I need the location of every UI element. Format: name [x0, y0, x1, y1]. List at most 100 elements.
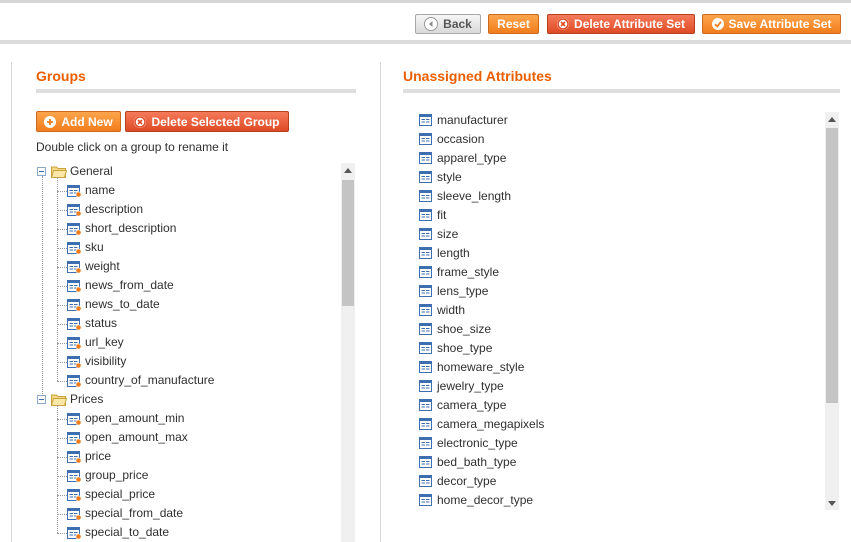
scroll-down-arrow-icon[interactable]: [825, 497, 838, 509]
groups-scroll-thumb[interactable]: [342, 180, 354, 306]
group-attribute-item[interactable]: news_to_date: [67, 295, 160, 314]
unassigned-title-rule: [403, 89, 840, 93]
plus-circle-icon: [44, 115, 57, 128]
group-attribute-item[interactable]: open_amount_max: [67, 428, 188, 447]
group-attribute-item[interactable]: special_from_date: [67, 504, 183, 523]
attribute-icon: [419, 265, 434, 279]
unassigned-attribute-item[interactable]: width: [419, 300, 465, 319]
folder-icon: [51, 393, 67, 406]
unassigned-attribute-item[interactable]: frame_style: [419, 262, 499, 281]
unassigned-attribute-item[interactable]: shoe_type: [419, 338, 492, 357]
unassigned-title: Unassigned Attributes: [403, 68, 552, 84]
scroll-up-arrow-icon[interactable]: [825, 113, 838, 125]
unassigned-attribute-item[interactable]: sleeve_length: [419, 186, 511, 205]
page-toolbar: Back Reset Delete Attribute Set Save Att…: [0, 3, 851, 41]
tree-connector: [57, 362, 67, 363]
unassigned-attribute-item[interactable]: fit: [419, 205, 446, 224]
delete-attribute-set-label: Delete Attribute Set: [574, 17, 685, 31]
attribute-label: status: [85, 316, 118, 330]
attribute-icon: [419, 455, 434, 469]
group-attribute-item[interactable]: special_price: [67, 485, 155, 504]
group-attribute-item[interactable]: special_to_date: [67, 523, 169, 542]
unassigned-scroll-thumb[interactable]: [826, 128, 838, 403]
attribute-label: name: [85, 183, 116, 197]
attribute-label: special_price: [85, 487, 156, 501]
unassigned-attribute-item[interactable]: shoe_size: [419, 319, 491, 338]
unassigned-attribute-item[interactable]: camera_megapixels: [419, 414, 544, 433]
unassigned-attribute-item[interactable]: home_decor_type: [419, 490, 533, 509]
tree-connector: [57, 495, 67, 496]
attribute-icon: [67, 526, 82, 540]
group-attribute-item[interactable]: open_amount_min: [67, 409, 184, 428]
group-attribute-item[interactable]: name: [67, 181, 115, 200]
unassigned-scrollbar[interactable]: [825, 112, 839, 510]
attribute-icon: [419, 379, 434, 393]
unassigned-attribute-item[interactable]: electronic_type: [419, 433, 518, 452]
attribute-icon: [419, 493, 434, 507]
add-new-group-button[interactable]: Add New: [36, 111, 121, 132]
groups-scrollbar[interactable]: [341, 163, 355, 542]
toolbar-divider: [0, 40, 851, 44]
save-attribute-set-label: Save Attribute Set: [728, 17, 832, 31]
group-attribute-item[interactable]: status: [67, 314, 117, 333]
unassigned-attribute-item[interactable]: camera_type: [419, 395, 506, 414]
groups-title: Groups: [36, 68, 86, 84]
scroll-up-arrow-icon[interactable]: [341, 164, 354, 176]
unassigned-attribute-item[interactable]: jewelry_type: [419, 376, 504, 395]
group-attribute-item[interactable]: price: [67, 447, 111, 466]
attribute-icon: [67, 336, 82, 350]
group-label: General: [70, 164, 113, 178]
attribute-icon: [419, 132, 434, 146]
attribute-icon: [419, 284, 434, 298]
tree-connector: [57, 177, 58, 381]
delete-selected-group-button[interactable]: Delete Selected Group: [125, 111, 289, 132]
group-node[interactable]: General: [37, 162, 113, 181]
unassigned-attribute-item[interactable]: size: [419, 224, 458, 243]
attribute-label: visibility: [85, 354, 127, 368]
unassigned-attribute-item[interactable]: decor_type: [419, 471, 496, 490]
attribute-icon: [67, 431, 82, 445]
group-attribute-item[interactable]: visibility: [67, 352, 126, 371]
unassigned-attribute-item[interactable]: length: [419, 243, 470, 262]
minus-box-icon[interactable]: [37, 395, 48, 404]
attribute-icon: [67, 222, 82, 236]
attribute-icon: [419, 246, 434, 260]
attribute-icon: [419, 189, 434, 203]
attribute-icon: [67, 355, 82, 369]
reset-button[interactable]: Reset: [488, 14, 539, 34]
attribute-label: occasion: [437, 131, 485, 146]
group-attribute-item[interactable]: url_key: [67, 333, 124, 352]
group-node[interactable]: Prices: [37, 390, 103, 409]
attribute-label: decor_type: [437, 473, 497, 488]
group-attribute-item[interactable]: sku: [67, 238, 104, 257]
attribute-label: jewelry_type: [437, 378, 504, 393]
back-button[interactable]: Back: [415, 14, 481, 34]
unassigned-attribute-item[interactable]: apparel_type: [419, 148, 506, 167]
attribute-icon: [67, 203, 82, 217]
group-attribute-item[interactable]: group_price: [67, 466, 148, 485]
group-attribute-item[interactable]: country_of_manufacture: [67, 371, 214, 390]
unassigned-attribute-item[interactable]: manufacturer: [419, 110, 508, 129]
unassigned-attribute-item[interactable]: bed_bath_type: [419, 452, 516, 471]
attribute-label: open_amount_max: [85, 430, 188, 444]
group-attribute-item[interactable]: news_from_date: [67, 276, 174, 295]
unassigned-attribute-item[interactable]: lens_type: [419, 281, 488, 300]
group-attribute-item[interactable]: description: [67, 200, 143, 219]
minus-box-icon[interactable]: [37, 167, 48, 176]
attribute-icon: [419, 474, 434, 488]
group-attribute-item[interactable]: short_description: [67, 219, 176, 238]
delete-attribute-set-button[interactable]: Delete Attribute Set: [547, 14, 695, 34]
attribute-label: sku: [85, 240, 104, 254]
attribute-icon: [67, 450, 82, 464]
attribute-icon: [419, 303, 434, 317]
tree-connector: [57, 248, 67, 249]
unassigned-attribute-item[interactable]: style: [419, 167, 462, 186]
x-circle-icon: [557, 18, 570, 30]
unassigned-attribute-item[interactable]: occasion: [419, 129, 484, 148]
group-attribute-item[interactable]: weight: [67, 257, 120, 276]
save-attribute-set-button[interactable]: Save Attribute Set: [702, 14, 841, 34]
attribute-label: bed_bath_type: [437, 454, 517, 469]
attribute-icon: [419, 341, 434, 355]
attribute-label: lens_type: [437, 283, 489, 298]
unassigned-attribute-item[interactable]: homeware_style: [419, 357, 524, 376]
